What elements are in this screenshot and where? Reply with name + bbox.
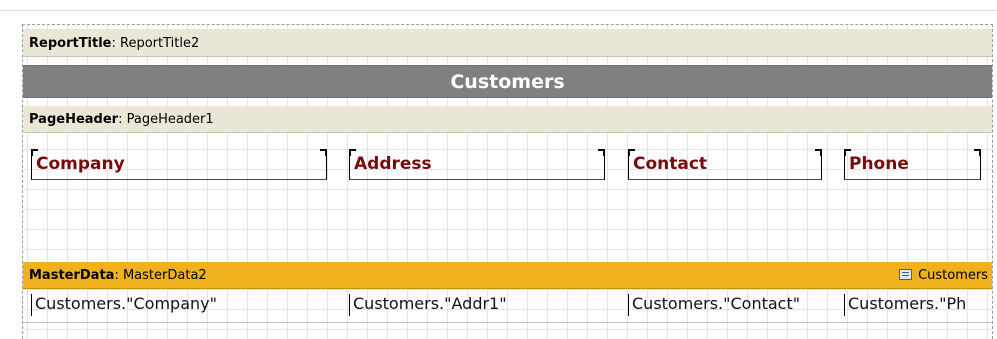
- band-type-label: MasterData: [29, 268, 115, 283]
- field-company[interactable]: Customers."Company": [31, 294, 217, 316]
- band-type-label: PageHeader: [29, 112, 119, 127]
- field-phone[interactable]: Customers."Ph: [844, 294, 966, 316]
- dataset-label: Customers: [918, 268, 988, 283]
- band-bottom-divider: [23, 322, 992, 323]
- column-header-company[interactable]: Company: [31, 149, 327, 180]
- column-header-label: Company: [36, 154, 125, 174]
- field-contact[interactable]: Customers."Contact": [628, 294, 800, 316]
- column-header-phone[interactable]: Phone: [844, 149, 981, 180]
- database-table-icon: [899, 269, 913, 280]
- band-name-label: MasterData2: [122, 268, 207, 283]
- column-header-label: Phone: [849, 154, 909, 174]
- master-dataset[interactable]: Customers: [899, 262, 988, 289]
- band-name-label: PageHeader1: [126, 112, 214, 127]
- column-header-address[interactable]: Address: [349, 149, 605, 180]
- field-address[interactable]: Customers."Addr1": [349, 294, 507, 316]
- report-title-text[interactable]: Customers: [23, 65, 992, 98]
- ruler-top-line: [0, 10, 997, 11]
- column-header-label: Contact: [633, 154, 708, 174]
- column-header-label: Address: [354, 154, 432, 174]
- band-type-label: ReportTitle: [29, 36, 112, 51]
- master-data-band-header[interactable]: MasterData: MasterData2 Customers: [23, 262, 992, 289]
- page-header-band-header[interactable]: PageHeader: PageHeader1: [23, 106, 992, 133]
- band-name-label: ReportTitle2: [120, 36, 200, 51]
- master-data-fields-row: Customers."Company" Customers."Addr1" Cu…: [23, 289, 992, 323]
- report-page: ReportTitle: ReportTitle2 Customers Page…: [22, 24, 993, 339]
- column-header-contact[interactable]: Contact: [628, 149, 822, 180]
- report-title-band-header[interactable]: ReportTitle: ReportTitle2: [23, 30, 992, 57]
